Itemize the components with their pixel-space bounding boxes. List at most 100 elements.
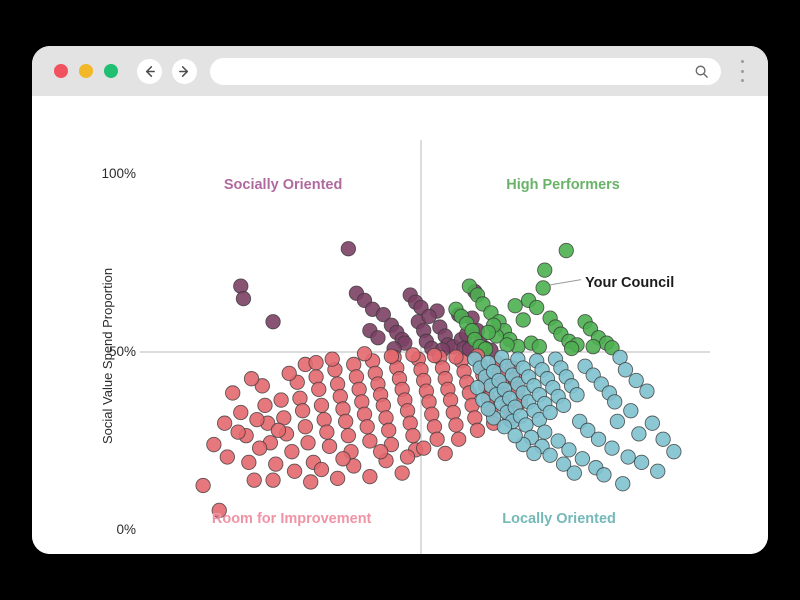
scatter-point[interactable] [644,415,660,431]
scatter-point[interactable] [480,324,496,341]
scatter-point[interactable] [241,454,257,471]
scatter-point[interactable] [270,422,287,438]
scatter-point[interactable] [569,387,585,403]
scatter-point[interactable] [308,355,324,371]
scatter-point[interactable] [340,428,357,444]
scatter-point[interactable] [507,298,523,314]
scatter-point[interactable] [448,349,464,365]
scatter-point[interactable] [585,339,601,355]
scatter-point[interactable] [633,454,650,471]
scatter-point[interactable] [372,444,389,460]
scatter-point[interactable] [206,436,222,453]
scatter-point[interactable] [394,465,410,481]
scatter-point[interactable] [469,422,486,438]
scatter-point[interactable] [313,397,330,414]
scatter-point[interactable] [308,369,324,385]
scatter-point[interactable] [480,401,496,417]
scatter-point[interactable] [442,392,459,408]
scatter-point[interactable] [225,385,241,401]
scatter-point[interactable] [426,347,443,364]
maximize-window-button[interactable] [104,64,118,78]
scatter-point[interactable] [537,262,553,278]
scatter-point[interactable] [650,463,666,479]
scatter-point[interactable] [329,376,346,392]
scatter-point[interactable] [515,312,531,328]
scatter-point[interactable] [268,456,284,472]
scatter-point[interactable] [338,413,354,430]
scatter-point[interactable] [311,381,327,398]
scatter-point[interactable] [529,299,545,316]
scatter-point[interactable] [243,371,260,387]
scatter-point[interactable] [620,449,636,465]
scatter-point[interactable] [526,445,542,462]
scatter-point[interactable] [294,403,311,419]
scatter-point[interactable] [561,442,577,458]
scatter-point[interactable] [628,372,644,389]
scatter-point[interactable] [383,348,400,364]
scatter-point[interactable] [405,428,421,444]
scatter-point[interactable] [542,447,558,463]
scatter-point[interactable] [324,351,340,367]
scatter-point[interactable] [537,424,553,440]
minimize-window-button[interactable] [79,64,93,78]
scatter-point[interactable] [273,392,289,408]
scatter-point[interactable] [555,397,572,414]
scatter-point[interactable] [424,406,440,422]
scatter-point[interactable] [354,394,370,410]
scatter-point[interactable] [257,397,273,414]
scatter-point[interactable] [356,406,373,422]
scatter-point[interactable] [421,394,437,410]
scatter-point[interactable] [265,472,281,488]
scatter-point[interactable] [639,383,655,399]
scatter-point[interactable] [233,278,249,294]
scatter-point[interactable] [335,451,351,467]
scatter-point[interactable] [286,463,303,479]
scatter-point[interactable] [362,433,378,449]
scatter-point[interactable] [329,470,346,487]
scatter-point[interactable] [375,397,391,414]
scatter-point[interactable] [321,438,338,454]
scatter-point[interactable] [623,403,639,419]
scatter-point[interactable] [303,474,319,490]
scatter-point[interactable] [631,426,647,442]
scatter-point[interactable] [604,440,620,456]
scatter-point[interactable] [335,401,351,417]
scatter-point[interactable] [246,472,262,488]
scatter-point[interactable] [448,417,464,433]
scatter-point[interactable] [615,476,631,492]
scatter-point[interactable] [416,440,432,456]
scatter-point[interactable] [574,451,591,467]
scatter-point[interactable] [313,461,330,478]
scatter-point[interactable] [348,369,365,385]
scatter-point[interactable] [666,444,682,460]
close-window-button[interactable] [54,64,68,78]
scatter-point[interactable] [249,411,265,428]
scatter-point[interactable] [590,431,607,447]
scatter-point[interactable] [399,449,416,465]
scatter-point[interactable] [607,394,623,410]
scatter-point[interactable] [381,422,397,438]
back-button[interactable] [137,59,162,84]
scatter-point[interactable] [566,465,582,481]
scatter-point[interactable] [421,308,437,325]
scatter-point[interactable] [251,440,268,456]
scatter-point[interactable] [219,449,235,465]
address-bar[interactable] [210,58,721,85]
scatter-point[interactable] [609,413,626,430]
scatter-point[interactable] [535,280,551,296]
scatter-point[interactable] [362,468,378,485]
scatter-point[interactable] [405,347,421,363]
scatter-point[interactable] [451,431,467,447]
scatter-point[interactable] [399,403,416,419]
scatter-point[interactable] [316,411,332,428]
scatter-point[interactable] [378,410,394,426]
scatter-point[interactable] [216,415,233,431]
search-icon[interactable] [694,64,709,79]
scatter-point[interactable] [281,365,297,382]
scatter-point[interactable] [195,477,211,494]
scatter-point[interactable] [531,339,548,355]
scatter-point[interactable] [426,419,443,435]
scatter-point[interactable] [284,444,300,460]
kebab-menu-icon[interactable] [734,60,750,82]
scatter-point[interactable] [617,362,634,378]
